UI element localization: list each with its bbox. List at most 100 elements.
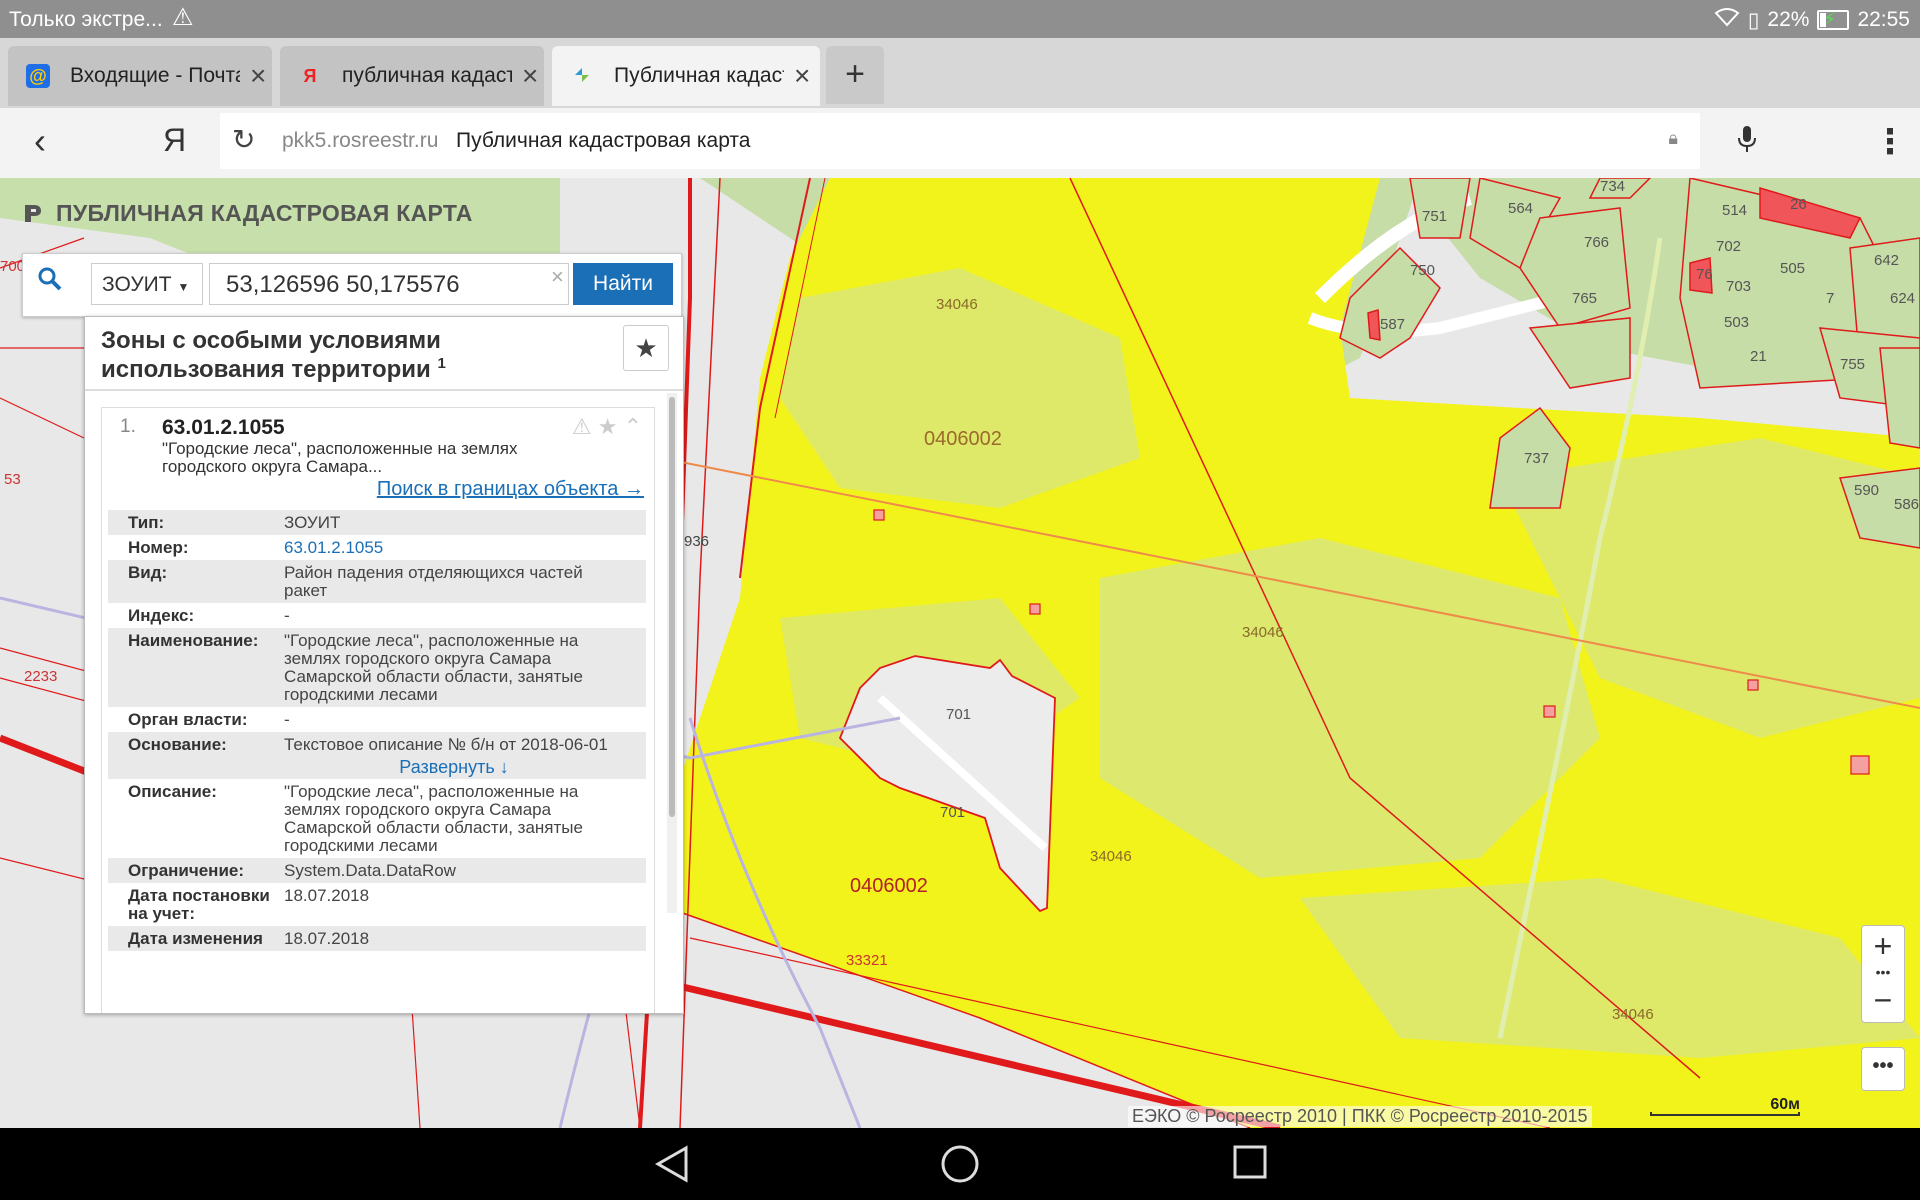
number-link[interactable]: 63.01.2.1055 [284,539,624,557]
parcel-label: 766 [1584,234,1610,251]
nav-back-icon[interactable] [654,1144,690,1194]
nav-home-icon[interactable] [940,1144,980,1194]
table-row: Описание: "Городские леса", расположенные… [128,782,583,855]
system-nav-bar [0,1128,1920,1200]
parcel-label: 765 [1572,290,1598,307]
clock: 22:55 [1857,8,1910,31]
cadastral-block-label: 0406002 [850,875,928,897]
search-icon[interactable] [37,266,63,299]
lock-icon[interactable]: 🔒︎ [1668,128,1678,149]
wifi-icon [1714,7,1740,33]
map-label: 34046 [1242,624,1284,641]
tab-yandex-search[interactable]: Я публичная кадаст × [280,46,544,106]
parcel-label: 587 [1380,316,1406,333]
tab-mail[interactable]: @ Входящие - Почта × [8,46,272,106]
table-row: Наименование: "Городские леса", расположе… [108,628,646,707]
search-in-bounds-link[interactable]: Поиск в границах объекта → [377,478,644,501]
favorite-star-button[interactable]: ★ [623,325,669,371]
search-input[interactable]: 53,126596 50,175576 [209,263,569,305]
divider [85,389,683,391]
result-count: 1 [437,355,446,372]
panel-heading: Зоны с особыми условиями использования т… [101,327,446,383]
parcel-label: 586 [1894,496,1920,513]
tab-bar: @ Входящие - Почта × Я публичная кадаст … [0,38,1920,108]
table-row: Основание: Текстовое описание № б/н от 20… [108,732,646,779]
chevron-up-icon[interactable]: ⌃ [624,414,642,439]
close-tab-icon[interactable]: × [250,60,266,92]
back-arrow-icon[interactable]: ‹ [34,120,46,162]
battery-icon: ⚡ [1817,9,1850,30]
mail-favicon-icon: @ [26,64,50,88]
expand-link[interactable]: Развернуть ↓ [284,758,624,776]
table-row: Тип: ЗОУИТ [108,510,646,535]
map-copyright: ЕЭКО © Росреестр 2010 | ПКК © Росреестр … [1128,1106,1592,1127]
table-row: Ограничение: System.Data.DataRow [108,858,646,883]
zoom-control: + ••• − [1861,925,1905,1023]
close-tab-icon[interactable]: × [522,60,538,92]
table-row: Дата изменения 18.07.2018 [108,926,646,951]
parcel-label: 514 [1722,202,1748,219]
attribute-table: Тип: ЗОУИТ Номер: 63.01.2.1055 Вид: Район п… [108,510,646,951]
parcel-label: 703 [1726,278,1752,295]
parcel-label: 702 [1716,238,1742,255]
result-card: 1. 63.01.2.1055 ⚠ ★ ⌃ "Городские леса", … [101,407,655,1013]
parcel-label: 564 [1508,200,1534,217]
sim-icon: ▯ [1747,8,1760,32]
parcel-label: 503 [1724,314,1750,331]
parcel-label: 7 [1826,290,1835,307]
table-row: Номер: 63.01.2.1055 [108,535,646,560]
parcel-label: 642 [1874,252,1900,269]
cadastral-block-label: 0406002 [924,428,1002,450]
zoom-in-button[interactable]: + [1862,926,1904,968]
parcel-label: 701 [946,706,972,723]
scrollbar-thumb[interactable] [669,397,675,817]
parcel-label: 737 [1524,450,1550,467]
zoom-out-button[interactable]: − [1862,980,1904,1022]
warning-icon[interactable]: ⚠ [572,414,592,439]
caret-down-icon: ▼ [177,280,190,294]
map-label: 33321 [846,952,888,969]
status-bar: Только экстре... ⚠ ▯ 22% ⚡ 22:55 [0,0,1920,38]
yandex-home-button[interactable]: Я [163,122,186,159]
url-domain: pkk5.rosreestr.ru [282,129,439,152]
zoom-slider-handle[interactable]: ••• [1862,965,1904,980]
nav-recents-icon[interactable] [1232,1144,1268,1190]
parcel-label: 26 [1790,196,1807,213]
parcel-label: 755 [1840,356,1866,373]
close-tab-icon[interactable]: × [794,60,810,92]
tab-label: Входящие - Почта [70,64,240,87]
map-label: 34046 [936,296,978,313]
address-bar: ‹ Я ↻ pkk5.rosreestr.ru Публичная кадаст… [0,108,1920,178]
map-label: 34046 [1090,848,1132,865]
battery-percent: 22% [1767,8,1810,31]
rosreestr-favicon-icon [570,64,594,88]
search-bar: ЗОУИТ ▼ 53,126596 50,175576 × Найти [22,253,682,317]
tab-label: Публичная кадаст [614,64,784,87]
clear-icon[interactable]: × [551,264,564,290]
parcel-label: 751 [1422,208,1448,225]
yandex-favicon-icon: Я [303,65,317,86]
table-row: Дата постановки на учет: 18.07.2018 [128,886,370,923]
results-panel: Зоны с особыми условиями использования т… [84,316,684,1014]
map-label: 936 [684,533,710,550]
panel-scrollbar[interactable] [667,393,677,913]
parcel-label: 76 [1696,266,1713,283]
result-code: 63.01.2.1055 [162,416,285,439]
map-label: 34046 [1612,1006,1654,1023]
star-icon[interactable]: ★ [598,414,618,439]
search-type-dropdown[interactable]: ЗОУИТ ▼ [91,263,203,305]
scale-label: 60м [1770,1096,1800,1113]
new-tab-button[interactable]: + [826,46,884,104]
parcel-label: 505 [1780,260,1806,277]
more-options-button[interactable]: ••• [1861,1047,1905,1091]
reload-icon[interactable]: ↻ [232,123,255,156]
tab-cadastral-map[interactable]: Публичная кадаст × [552,46,820,106]
parcel-label: 701 [940,804,966,821]
find-button[interactable]: Найти [573,263,673,305]
microphone-icon[interactable] [1736,124,1758,162]
browser-menu-icon[interactable]: ⋮ [1873,122,1907,162]
table-row: Вид: Район падения отделяющихся частей ра… [108,560,646,603]
url-page-title: Публичная кадастровая карта [456,129,751,152]
scale-bar: 60м [1650,1096,1800,1120]
url-field[interactable]: ↻ pkk5.rosreestr.ru Публичная кадастрова… [220,113,1700,169]
